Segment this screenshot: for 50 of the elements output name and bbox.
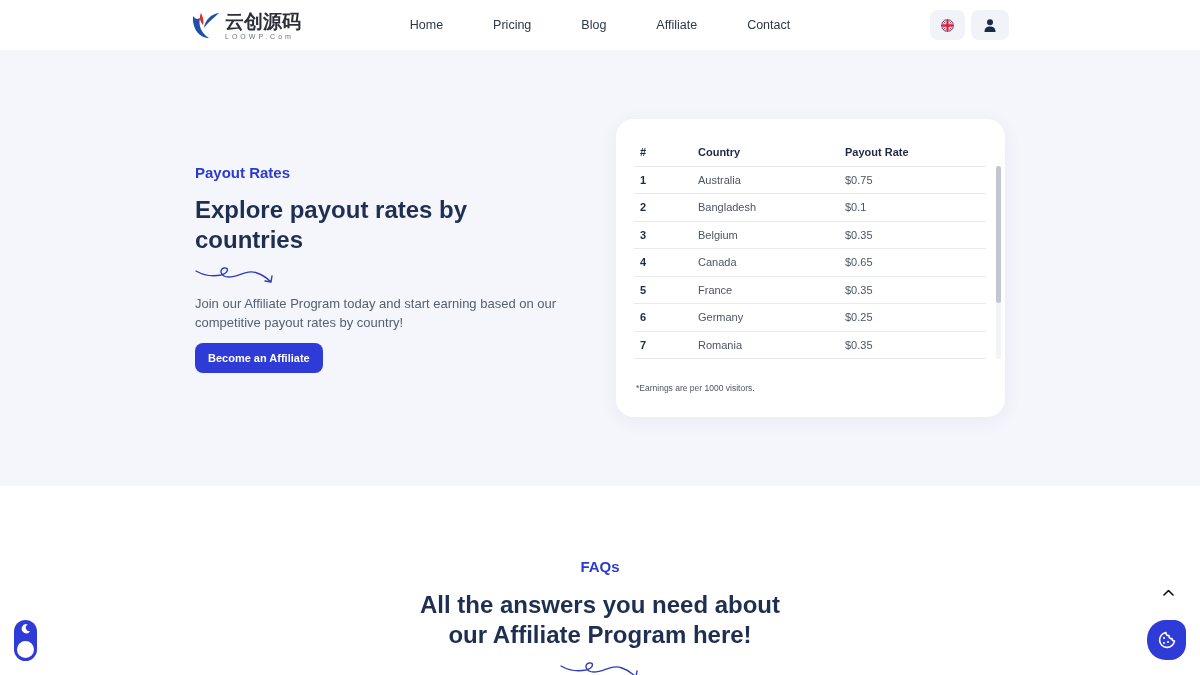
table-cell: $0.1	[839, 193, 986, 221]
table-header-cell: Country	[692, 139, 839, 166]
table-cell: 7	[634, 331, 692, 359]
table-cell: 4	[634, 248, 692, 276]
table-cell: $0.75	[839, 166, 986, 194]
flag-icon	[941, 18, 954, 32]
section-heading: All the answers you need about our Affiliate Program here!	[418, 590, 782, 650]
scrollbar-thumb[interactable]	[996, 166, 1001, 303]
nav-link[interactable]: Pricing	[493, 15, 532, 35]
table-cell: Bangladesh	[692, 193, 839, 221]
table-cell: 6	[634, 303, 692, 331]
account-button[interactable]	[971, 10, 1009, 40]
table-footnote: *Earnings are per 1000 visitors.	[636, 382, 756, 394]
table-cell: 2	[634, 193, 692, 221]
table-cell: Canada	[692, 248, 839, 276]
section-eyebrow: Payout Rates	[195, 163, 292, 183]
table-cell: Australia	[692, 166, 839, 194]
table-cell: $0.35	[839, 221, 986, 249]
table-cell: France	[692, 276, 839, 304]
table-cell: $0.65	[839, 248, 986, 276]
table-cell: Romania	[692, 331, 839, 359]
chevron-up-icon	[1162, 588, 1174, 596]
logo-text: 云创源码	[225, 9, 301, 32]
moon-icon	[20, 623, 31, 634]
table-cell: $0.25	[839, 303, 986, 331]
table-cell: 5	[634, 276, 692, 304]
section-description: Join our Affiliate Program today and start earning based on our competitive payout rates by country!	[195, 295, 558, 332]
squiggle-arrow-icon	[195, 265, 275, 285]
nav-link[interactable]: Home	[409, 15, 444, 35]
nav-link[interactable]: Affiliate	[656, 15, 698, 35]
nav-link[interactable]: Contact	[747, 15, 791, 35]
toggle-knob	[17, 641, 34, 658]
user-icon	[984, 18, 996, 32]
table-header-cell: #	[634, 139, 692, 166]
table-header-cell: Payout Rate	[839, 139, 986, 166]
table-cell: $0.35	[839, 331, 986, 359]
table-cell: Germany	[692, 303, 839, 331]
squiggle-arrow-icon	[560, 660, 640, 675]
table-cell: 3	[634, 221, 692, 249]
section-heading: Explore payout rates by countries	[195, 195, 469, 255]
become-affiliate-button[interactable]: Become an Affiliate	[195, 343, 323, 373]
logo-icon[interactable]	[191, 10, 221, 40]
theme-toggle[interactable]	[14, 620, 37, 661]
table-cell: Belgium	[692, 221, 839, 249]
section-eyebrow: FAQs	[580, 557, 620, 577]
table-cell: 1	[634, 166, 692, 194]
cookie-icon	[1156, 630, 1177, 650]
language-button[interactable]	[930, 10, 965, 40]
nav-link[interactable]: Blog	[581, 15, 607, 35]
table-cell: $0.35	[839, 276, 986, 304]
